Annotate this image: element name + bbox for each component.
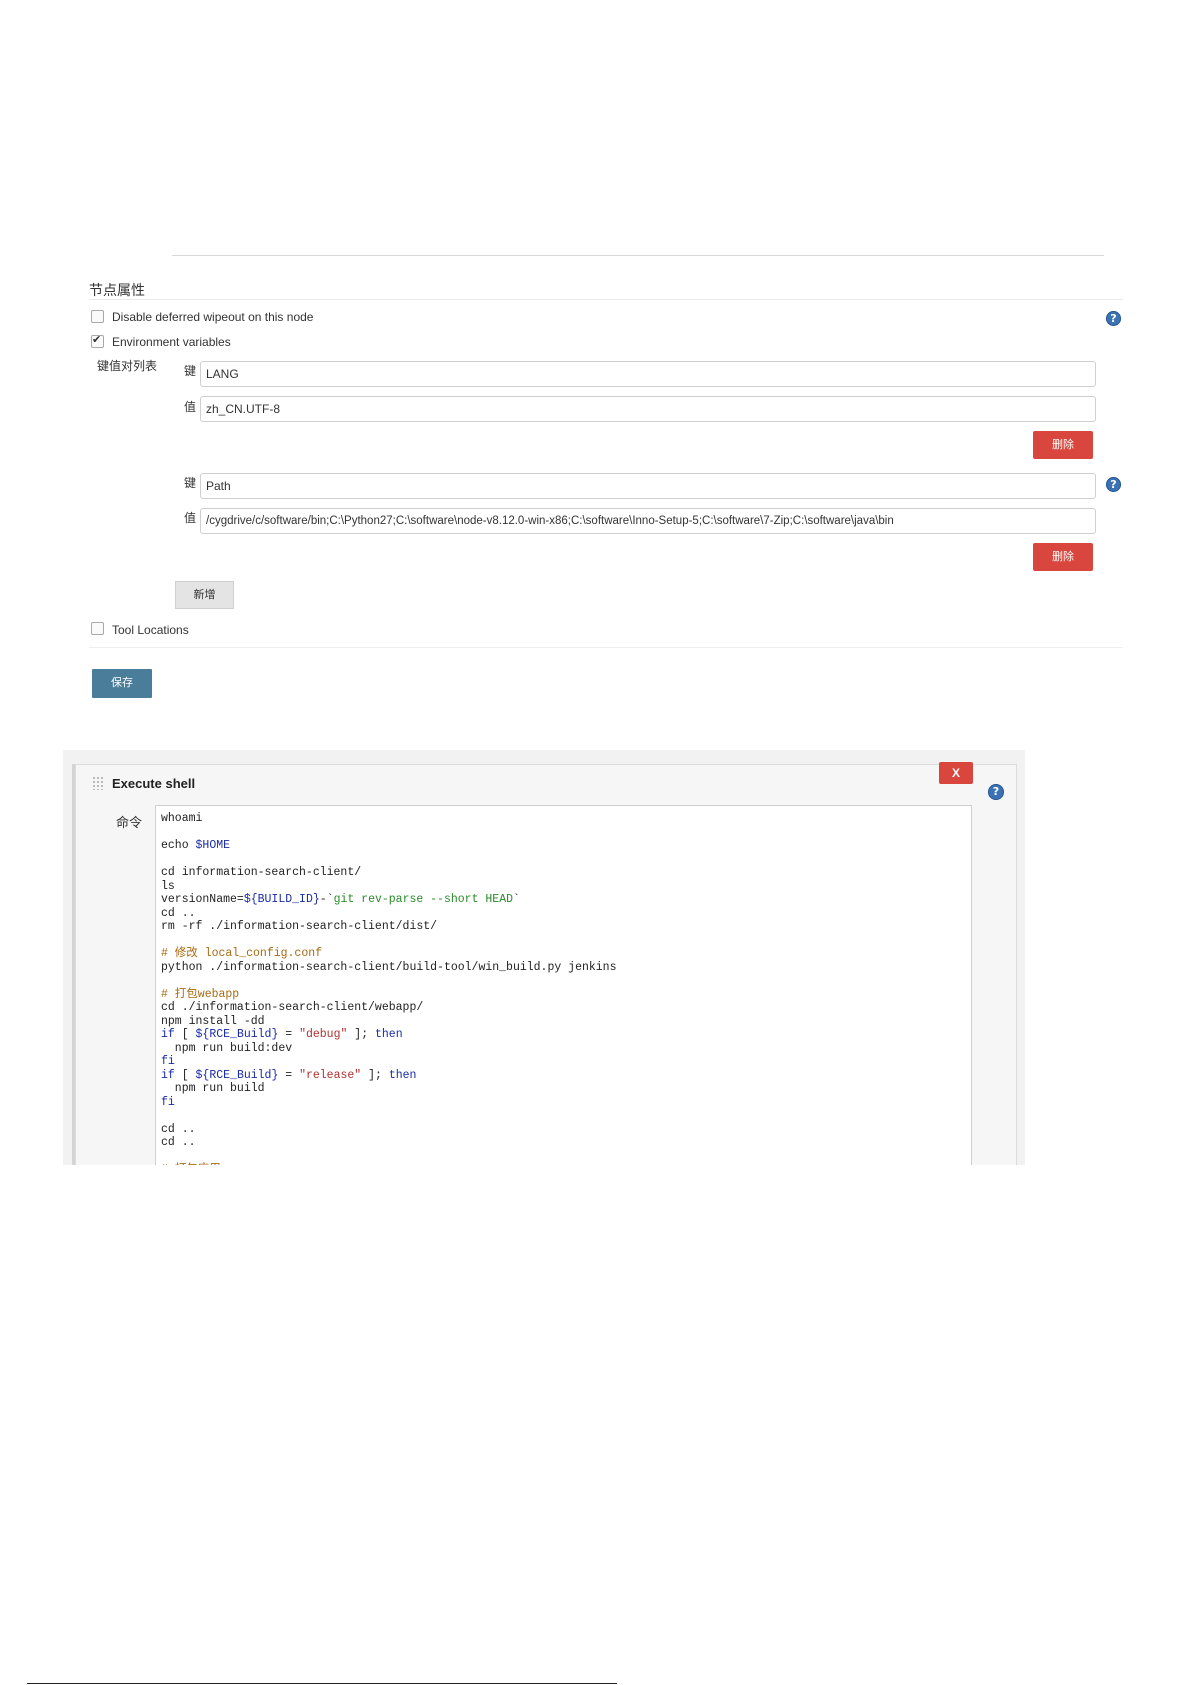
delete-button[interactable]: 删除	[1033, 431, 1093, 459]
previous-textarea-edge	[172, 255, 1104, 256]
command-label: 命令	[116, 815, 143, 830]
env-value-input[interactable]: /cygdrive/c/software/bin;C:\Python27;C:\…	[200, 508, 1096, 534]
key-label: 键	[184, 364, 197, 378]
close-button[interactable]: X	[939, 762, 973, 784]
key-value-list-label: 键值对列表	[97, 359, 158, 373]
delete-button[interactable]: 删除	[1033, 543, 1093, 571]
drag-handle-icon[interactable]	[92, 776, 104, 790]
question-circle-icon[interactable]: ?	[988, 784, 1004, 800]
question-circle-icon[interactable]: ?	[1106, 477, 1121, 492]
disable-wipeout-label: Disable deferred wipeout on this node	[112, 310, 314, 324]
env-value-input[interactable]: zh_CN.UTF-8	[200, 396, 1096, 422]
env-key-input[interactable]: LANG	[200, 361, 1096, 387]
tool-locations-label: Tool Locations	[112, 623, 189, 637]
question-circle-icon[interactable]: ?	[1106, 311, 1121, 326]
section-title-node-properties: 节点属性	[89, 282, 145, 298]
value-label: 值	[184, 511, 197, 525]
add-button[interactable]: 新增	[175, 581, 234, 609]
environment-variables-label: Environment variables	[112, 335, 231, 349]
environment-variables-checkbox[interactable]	[91, 333, 104, 348]
section-divider	[89, 647, 1123, 648]
disable-wipeout-checkbox[interactable]	[91, 310, 104, 323]
value-label: 值	[184, 400, 197, 414]
command-textarea[interactable]: whoami echo $HOME cd information-search-…	[155, 805, 972, 1165]
footer-rule	[27, 1683, 617, 1684]
section-divider	[89, 299, 1123, 300]
tool-locations-checkbox[interactable]	[91, 622, 104, 635]
key-label: 键	[184, 476, 197, 490]
command-code: whoami echo $HOME cd information-search-…	[161, 812, 617, 1165]
execute-shell-title: Execute shell	[112, 776, 196, 791]
save-button[interactable]: 保存	[92, 669, 152, 698]
env-key-input[interactable]: Path	[200, 473, 1096, 499]
